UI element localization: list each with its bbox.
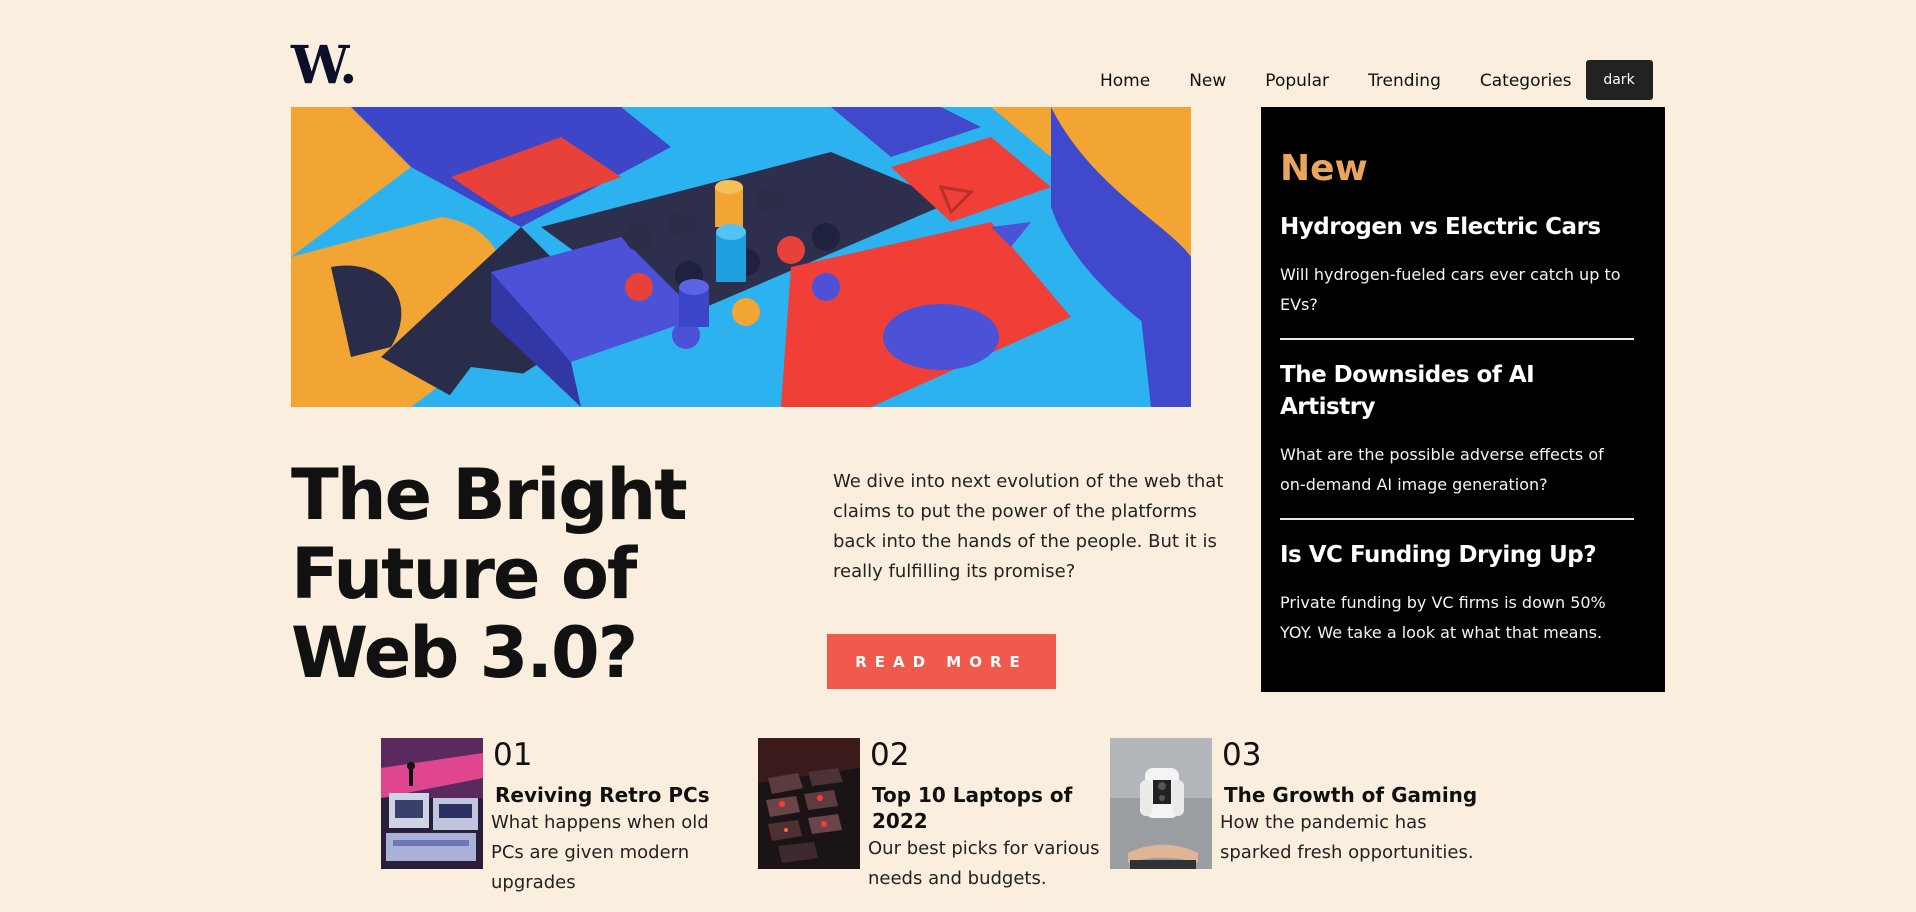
main-nav: Home New Popular Trending Categories dar… — [1100, 60, 1653, 100]
featured-card[interactable]: 01 Reviving Retro PCs What happens when … — [381, 738, 741, 898]
featured-number: 02 — [870, 737, 910, 773]
hero-image — [291, 107, 1191, 407]
featured-title[interactable]: The Growth of Gaming — [1224, 782, 1480, 808]
laptop-keyboard-image — [758, 738, 860, 869]
sidebar-article-summary: Private funding by VC firms is down 50% … — [1280, 593, 1606, 642]
featured-thumbnail-retro-pc[interactable] — [381, 738, 483, 869]
new-sidebar: New Hydrogen vs Electric Cars Will hydro… — [1261, 107, 1665, 692]
featured-title[interactable]: Reviving Retro PCs — [495, 782, 741, 808]
sidebar-article[interactable]: Hydrogen vs Electric Cars Will hydrogen-… — [1280, 211, 1634, 340]
nav-popular[interactable]: Popular — [1265, 71, 1329, 91]
featured-card[interactable]: 02 Top 10 Laptops of 2022 Our best picks… — [758, 738, 1108, 894]
read-more-button[interactable]: READ MORE — [827, 634, 1056, 689]
nav-trending[interactable]: Trending — [1368, 71, 1441, 91]
hero-image-art — [291, 107, 1191, 407]
sidebar-article-summary: What are the possible adverse effects of… — [1280, 445, 1604, 494]
featured-thumbnail-gaming[interactable] — [1110, 738, 1212, 869]
nav-new[interactable]: New — [1189, 71, 1226, 91]
sidebar-article-title[interactable]: The Downsides of AI Artistry — [1280, 359, 1634, 423]
hero-title: The Bright Future of Web 3.0? — [291, 454, 688, 694]
nav-categories[interactable]: Categories — [1480, 71, 1572, 91]
featured-desc: What happens when old PCs are given mode… — [491, 812, 709, 893]
sidebar-article[interactable]: The Downsides of AI Artistry What are th… — [1280, 359, 1634, 520]
sidebar-article[interactable]: Is VC Funding Drying Up? Private funding… — [1280, 539, 1634, 666]
featured-thumbnail-laptop[interactable] — [758, 738, 860, 869]
sidebar-article-summary: Will hydrogen-fueled cars ever catch up … — [1280, 265, 1621, 314]
dark-mode-toggle[interactable]: dark — [1585, 60, 1653, 100]
sidebar-article-title[interactable]: Hydrogen vs Electric Cars — [1280, 211, 1634, 243]
featured-number: 01 — [493, 737, 533, 773]
retro-pc-image — [381, 738, 483, 869]
game-controller-image — [1110, 738, 1212, 869]
nav-home[interactable]: Home — [1100, 71, 1150, 91]
featured-title[interactable]: Top 10 Laptops of 2022 — [872, 782, 1108, 834]
featured-desc: How the pandemic has sparked fresh oppor… — [1220, 812, 1474, 863]
featured-desc: Our best picks for various needs and bud… — [868, 838, 1100, 889]
sidebar-heading: New — [1280, 148, 1368, 189]
featured-card[interactable]: 03 The Growth of Gaming How the pandemic… — [1110, 738, 1480, 869]
hero-lede: We dive into next evolution of the web t… — [833, 471, 1224, 582]
site-logo[interactable]: W. — [291, 36, 357, 96]
sidebar-article-title[interactable]: Is VC Funding Drying Up? — [1280, 539, 1634, 571]
featured-number: 03 — [1222, 737, 1262, 773]
